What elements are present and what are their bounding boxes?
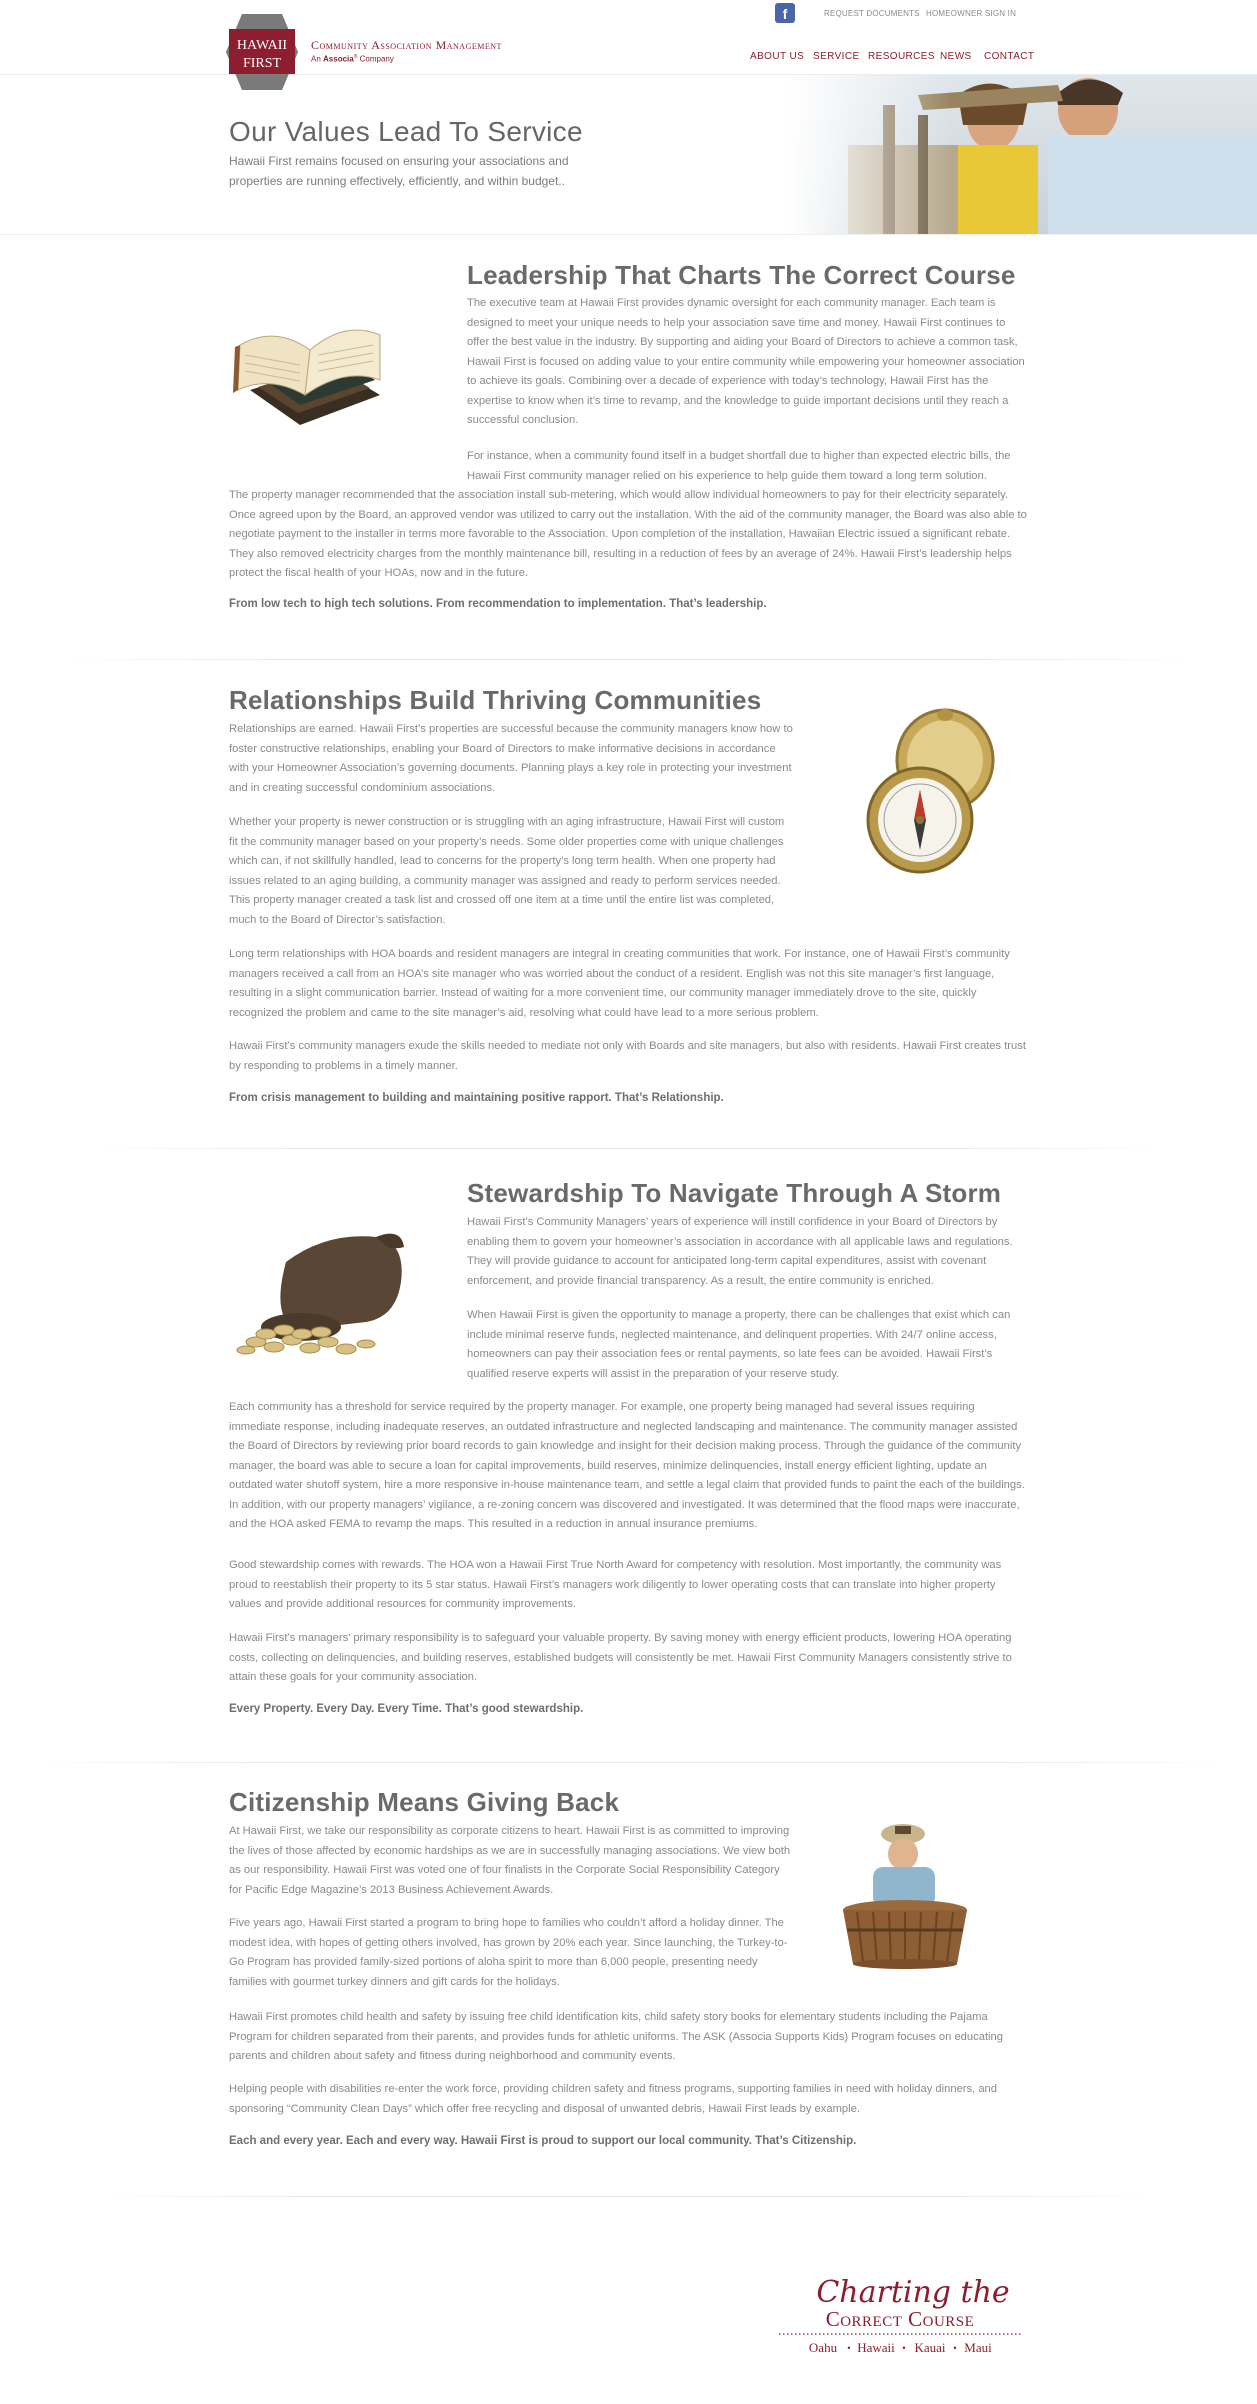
stewardship-title: Stewardship To Navigate Through A Storm (467, 1178, 1002, 1208)
leadership-paragraph-2a: For instance, when a community found its… (467, 450, 1011, 482)
leadership-paragraph-1: The executive team at Hawaii First provi… (467, 297, 1025, 426)
relationships-paragraph-3: Long term relationships with HOA boards … (229, 948, 1010, 1019)
footer-island-kauai: Kauai (914, 2340, 945, 2355)
logo-text-hawaii: HAWAII (237, 38, 288, 53)
stewardship-paragraph-1: Hawaii First’s Community Managers’ years… (467, 1216, 1013, 1287)
stewardship-paragraph-2: When Hawaii First is given the opportuni… (467, 1309, 1011, 1380)
citizenship-tagline: Each and every year. Each and every way.… (229, 2135, 857, 2147)
nav-news[interactable]: NEWS (940, 51, 972, 62)
footer-island-oahu: Oahu (809, 2340, 838, 2355)
facebook-icon[interactable]: f (775, 3, 795, 23)
open-books-illustration (233, 329, 381, 425)
homeowner-sign-in-link[interactable]: HOMEOWNER SIGN IN (926, 9, 1016, 18)
relationships-title: Relationships Build Thriving Communities (229, 685, 762, 715)
hero-photo-family-telescope (788, 75, 1257, 234)
brand-suffix: Company (359, 54, 394, 64)
footer-caps-line: Correct Course (826, 2307, 975, 2331)
nav-contact[interactable]: CONTACT (984, 51, 1034, 62)
logo-text-first: FIRST (243, 56, 282, 71)
citizenship-paragraph-2: Five years ago, Hawaii First started a p… (229, 1917, 788, 1988)
brand-associa-line: An Associa® Company (311, 54, 394, 64)
stewardship-tagline: Every Property. Every Day. Every Time. T… (229, 1703, 584, 1715)
nav-about-us[interactable]: ABOUT US (750, 51, 804, 62)
nav-resources[interactable]: RESOURCES (868, 51, 935, 62)
site-header: HAWAII FIRST Community Association Manag… (0, 0, 1257, 90)
leadership-paragraph-2b: The property manager recommended that th… (229, 489, 1027, 579)
citizenship-paragraph-3: Hawaii First promotes child health and s… (229, 2011, 1003, 2062)
leadership-tagline: From low tech to high tech solutions. Fr… (229, 598, 767, 610)
section-divider (90, 1148, 1167, 1149)
hero-title: Our Values Lead To Service (229, 116, 583, 147)
relationships-paragraph-4: Hawaii First’s community managers exude … (229, 1040, 1026, 1072)
section-divider (60, 659, 1197, 660)
footer-island-maui: Maui (964, 2340, 992, 2355)
footer-dot: • (953, 2343, 956, 2353)
relationships-paragraph-1: Relationships are earned. Hawaii First’s… (229, 723, 793, 794)
relationships-paragraph-2: Whether your property is newer construct… (229, 816, 785, 926)
child-in-barrel-illustration (843, 1824, 967, 1969)
page: HAWAII FIRST Community Association Manag… (0, 0, 1257, 2404)
footer-dot: • (847, 2343, 850, 2353)
footer-island-hawaii: Hawaii (857, 2340, 895, 2355)
stewardship-paragraph-3: Each community has a threshold for servi… (229, 1401, 1025, 1530)
brand-associa: Associa (323, 54, 354, 64)
nav-service[interactable]: SERVICE (813, 51, 860, 62)
coin-bag-illustration (236, 1233, 404, 1355)
citizenship-title: Citizenship Means Giving Back (229, 1787, 620, 1817)
footer-dot: • (902, 2343, 905, 2353)
charting-the-correct-course-logo: Charting the Correct Course Oahu • Hawai… (779, 2275, 1021, 2355)
citizenship-paragraph-4: Helping people with disabilities re-ente… (229, 2083, 997, 2115)
section-divider (30, 1762, 1227, 1763)
hero-banner: Our Values Lead To Service Hawaii First … (0, 75, 1257, 235)
brand-prefix: An (311, 54, 321, 64)
leadership-title: Leadership That Charts The Correct Cours… (467, 260, 1016, 290)
brand-tagline: Community Association Management (311, 38, 502, 52)
citizenship-paragraph-1: At Hawaii First, we take our responsibil… (229, 1825, 791, 1896)
relationships-tagline: From crisis management to building and m… (229, 1092, 724, 1104)
section-divider (100, 2196, 1157, 2197)
hero-subtitle: Hawaii First remains focused on ensuring… (229, 154, 569, 188)
stewardship-paragraph-4: Good stewardship comes with rewards. The… (229, 1559, 1002, 1610)
request-documents-link[interactable]: REQUEST DOCUMENTS (824, 9, 920, 18)
footer-script-line: Charting the (816, 2275, 1009, 2310)
compass-illustration (866, 708, 995, 874)
stewardship-paragraph-5: Hawaii First’s managers’ primary respons… (229, 1632, 1012, 1683)
